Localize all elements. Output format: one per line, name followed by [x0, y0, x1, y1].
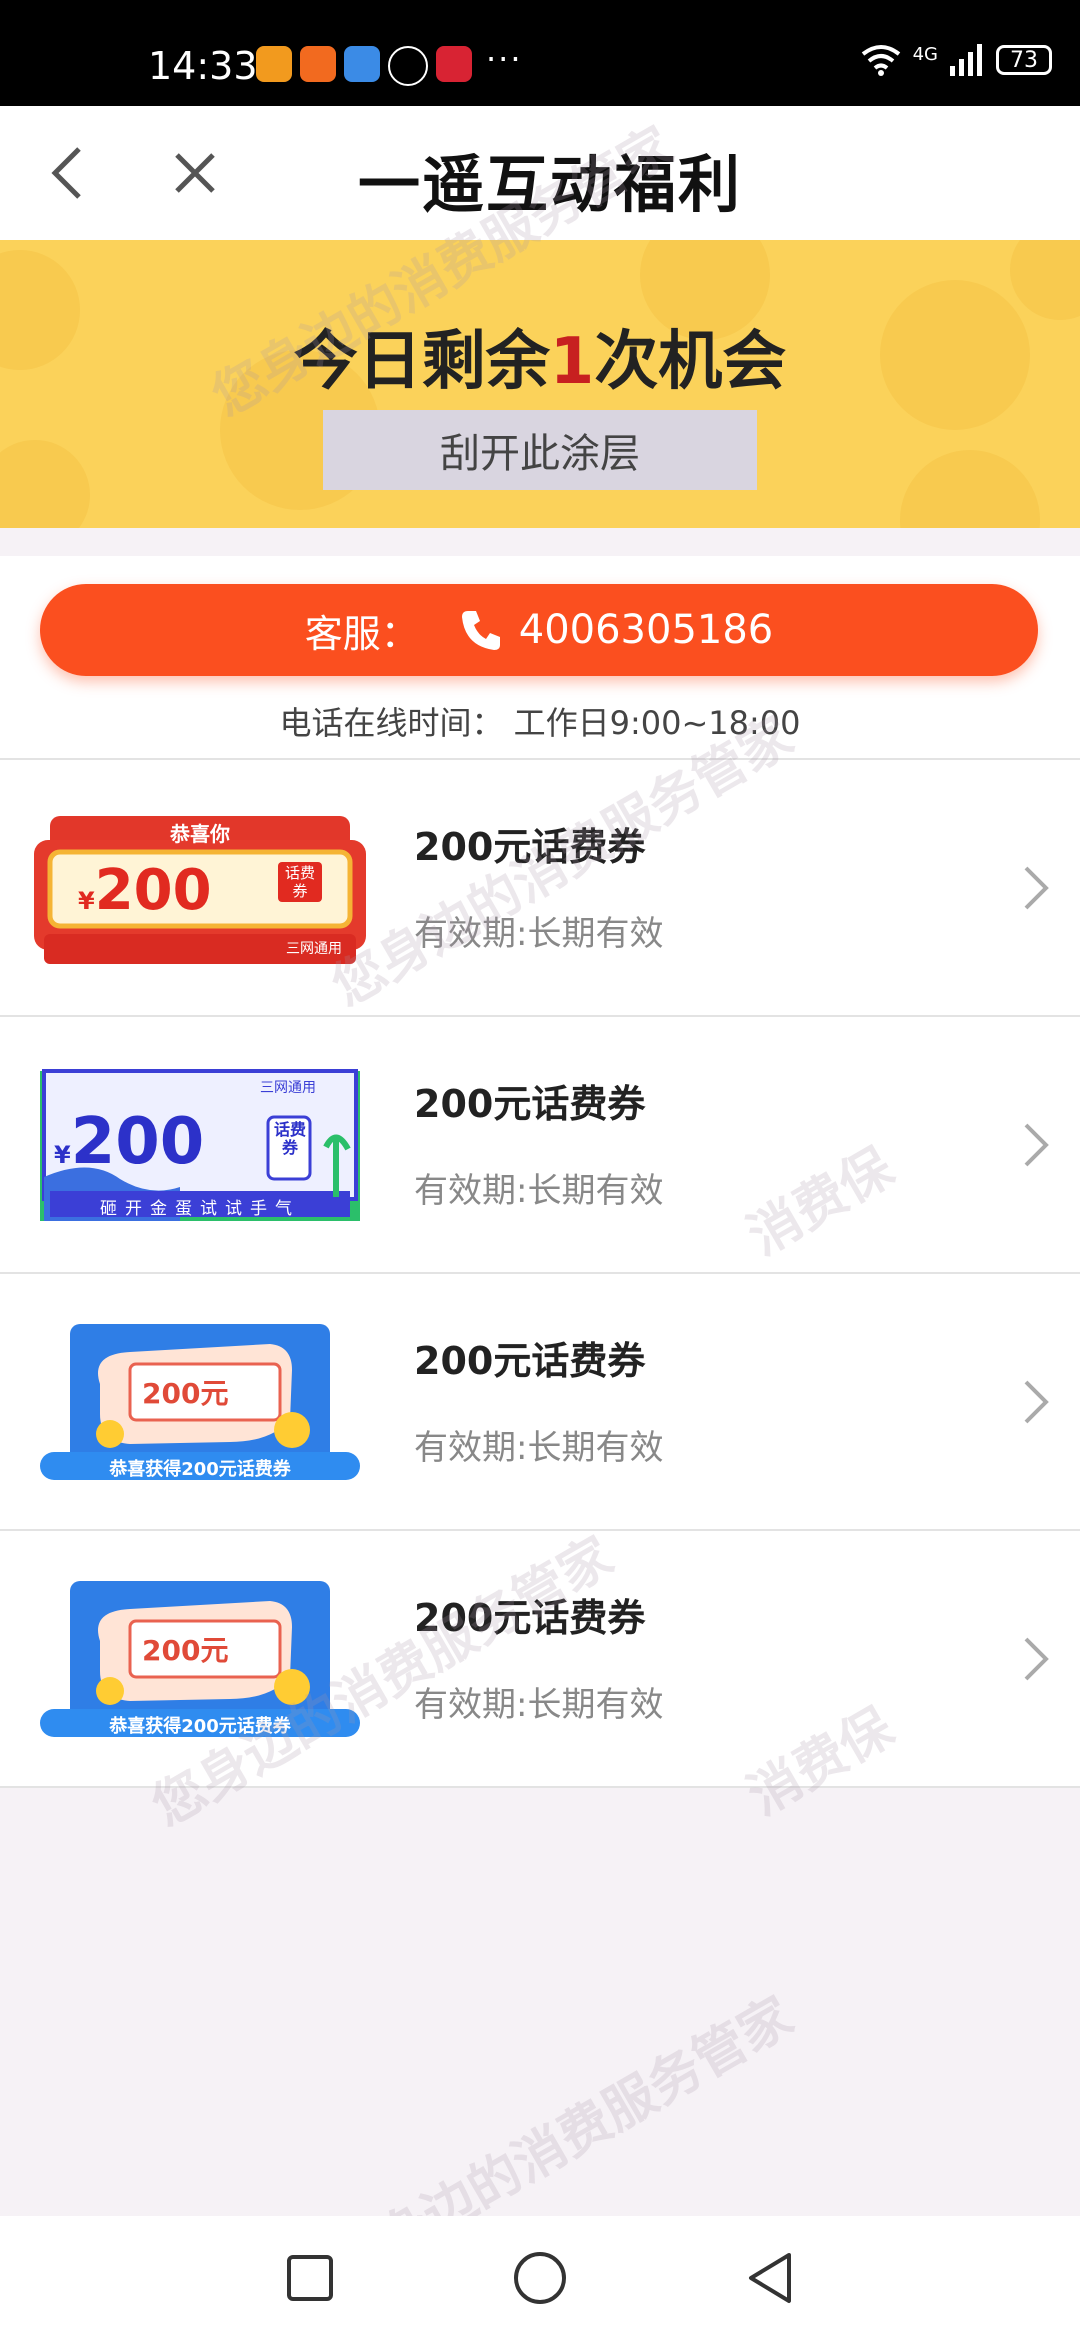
battery-icon: 73: [996, 45, 1052, 75]
coupon-thumbnail: 200元 恭喜获得200元话费券: [30, 1581, 370, 1741]
status-bar: 14:33 ··· 4G 73: [0, 0, 1080, 106]
customer-service-section: 客服： 4006305186 电话在线时间： 工作日9:00~18:00: [0, 556, 1080, 758]
coupon-item[interactable]: 恭喜你 ¥200 话费券 三网通用 200元话费券 有效期:长期有效: [0, 758, 1080, 1015]
thumb-footer: 恭喜获得200元话费券: [109, 1459, 291, 1480]
coupon-list: 恭喜你 ¥200 话费券 三网通用 200元话费券 有效期:长期有效 三网通用 …: [0, 758, 1080, 1788]
coupon-title: 200元话费券: [414, 1339, 646, 1383]
wechat-icon: [388, 46, 428, 86]
thumb-amount-number: 200: [94, 858, 212, 923]
coupon-title: 200元话费券: [414, 825, 646, 869]
system-back-button[interactable]: [738, 2246, 802, 2310]
header-bar: 一遥互动福利: [0, 106, 1080, 240]
thumb-badge: 话费券: [273, 1120, 306, 1157]
thumb-footer: 砸开金蛋试试手气: [100, 1199, 300, 1219]
thumb-amount-number: 200: [70, 1105, 205, 1179]
service-hours: 电话在线时间： 工作日9:00~18:00: [279, 704, 801, 742]
more-notifications-icon: ···: [486, 40, 523, 78]
coin-decoration: [0, 440, 90, 528]
coin-decoration: [1010, 240, 1080, 320]
coupon-validity: 有效期:长期有效: [414, 1171, 664, 1211]
coupon-validity: 有效期:长期有效: [414, 914, 664, 954]
thumb-amount: ¥200: [78, 858, 212, 923]
chevron-right-icon: [1024, 1123, 1049, 1167]
signal-icon: [950, 44, 982, 76]
phone-icon: [459, 608, 503, 652]
thumb-top-text: 三网通用: [260, 1080, 316, 1096]
thumb-headline: 恭喜你: [170, 822, 230, 846]
coupon-thumbnail: 恭喜你 ¥200 话费券 三网通用: [30, 810, 370, 970]
chevron-right-icon: [1024, 1637, 1049, 1681]
chance-count-text: 今日剩余1次机会: [0, 310, 1080, 402]
home-button[interactable]: [508, 2246, 572, 2310]
system-navigation-bar: [0, 2216, 1080, 2340]
coupon-validity: 有效期:长期有效: [414, 1428, 664, 1468]
app-notification-icon: [436, 46, 472, 82]
chance-suffix: 次机会: [594, 325, 787, 399]
coupon-item[interactable]: 200元 恭喜获得200元话费券 200元话费券 有效期:长期有效: [0, 1272, 1080, 1529]
network-type: 4G: [912, 43, 938, 65]
thumb-footer: 恭喜获得200元话费券: [109, 1716, 291, 1737]
chevron-right-icon: [1024, 1380, 1049, 1424]
page-title: 一遥互动福利: [357, 148, 742, 221]
app-notification-icon: [256, 46, 292, 82]
chevron-right-icon: [1024, 866, 1049, 910]
coupon-item[interactable]: 三网通用 ¥200 话费券 砸开金蛋试试手气 200元话费券 有效期:长期有效: [0, 1015, 1080, 1272]
coupon-thumbnail: 三网通用 ¥200 话费券 砸开金蛋试试手气: [30, 1067, 370, 1227]
app-notification-icon: [300, 46, 336, 82]
status-right: 4G 73: [861, 44, 1052, 76]
status-time: 14:33: [148, 44, 258, 88]
thumb-amount: 200元: [142, 1634, 229, 1667]
notification-icons: [256, 46, 472, 86]
service-phone-number: 4006305186: [518, 607, 774, 653]
coupon-thumbnail: 200元 恭喜获得200元话费券: [30, 1324, 370, 1484]
recent-apps-button[interactable]: [278, 2246, 342, 2310]
wifi-icon: [861, 45, 900, 76]
chance-count: 1: [549, 325, 595, 399]
coupon-item[interactable]: 200元 恭喜获得200元话费券 200元话费券 有效期:长期有效: [0, 1529, 1080, 1788]
circle-icon: [514, 2252, 566, 2304]
thumb-amount: ¥200: [54, 1105, 205, 1179]
customer-service-call-button[interactable]: 客服： 4006305186: [40, 584, 1038, 676]
coupon-title: 200元话费券: [414, 1082, 646, 1126]
coupon-title: 200元话费券: [414, 1596, 646, 1640]
triangle-back-icon: [749, 2253, 791, 2303]
square-icon: [287, 2255, 333, 2301]
battery-level: 73: [1010, 47, 1038, 73]
app-notification-icon: [344, 46, 380, 82]
thumb-amount: 200元: [142, 1377, 229, 1410]
coupon-validity: 有效期:长期有效: [414, 1685, 664, 1725]
thumb-footer: 三网通用: [286, 941, 342, 957]
scratch-area-button[interactable]: 刮开此涂层: [323, 410, 757, 490]
thumb-badge: 话费券: [278, 862, 322, 902]
scratch-card: 今日剩余1次机会 刮开此涂层: [0, 240, 1080, 528]
service-label: 客服：: [304, 611, 419, 656]
coin-decoration: [900, 450, 1040, 528]
chance-prefix: 今日剩余: [293, 325, 550, 399]
